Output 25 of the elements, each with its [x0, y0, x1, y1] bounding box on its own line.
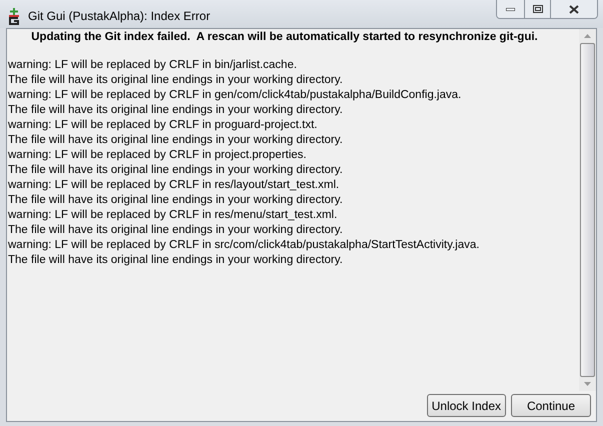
close-button[interactable] [551, 0, 597, 18]
log-line: The file will have its original line endings in your working directory. [8, 163, 344, 178]
log-line: warning: LF will be replaced by CRLF in project.properties. [8, 148, 308, 163]
close-icon [569, 4, 579, 14]
minimize-icon [506, 8, 515, 10]
dialog-button[interactable]: Continue [511, 394, 591, 417]
log-line: warning: LF will be replaced by CRLF in proguard-project.txt. [8, 118, 318, 133]
window-title: Git Gui (PustakAlpha): Index Error [28, 8, 210, 25]
maximize-icon [532, 5, 542, 13]
log-line: The file will have its original line endings in your working directory. [8, 73, 344, 88]
log-line: The file will have its original line endings in your working directory. [8, 253, 344, 268]
log-line: The file will have its original line endings in your working directory. [8, 103, 344, 118]
minimize-button[interactable] [497, 0, 525, 18]
maximize-button[interactable] [525, 0, 551, 18]
log-line: warning: LF will be replaced by CRLF in src/com/click4tab/pustakalpha/StartTestActivity.java. [8, 238, 480, 253]
error-message: Updating the Git index failed. A rescan will be automatically started to resynchronize git-gui. [30, 30, 539, 45]
log-line: The file will have its original line endings in your working directory. [8, 223, 344, 238]
log-line: The file will have its original line endings in your working directory. [8, 133, 344, 148]
git-logo-icon [8, 8, 20, 24]
log-line: warning: LF will be replaced by CRLF in res/layout/start_test.xml. [8, 178, 340, 193]
log-line: warning: LF will be replaced by CRLF in bin/jarlist.cache. [8, 58, 298, 73]
log-line: The file will have its original line endings in your working directory. [8, 193, 344, 208]
dialog-button[interactable]: Unlock Index [426, 394, 506, 417]
log-line: warning: LF will be replaced by CRLF in gen/com/click4tab/pustakalpha/BuildConfig.java. [8, 88, 462, 103]
log-line: warning: LF will be replaced by CRLF in res/menu/start_test.xml. [8, 208, 338, 223]
